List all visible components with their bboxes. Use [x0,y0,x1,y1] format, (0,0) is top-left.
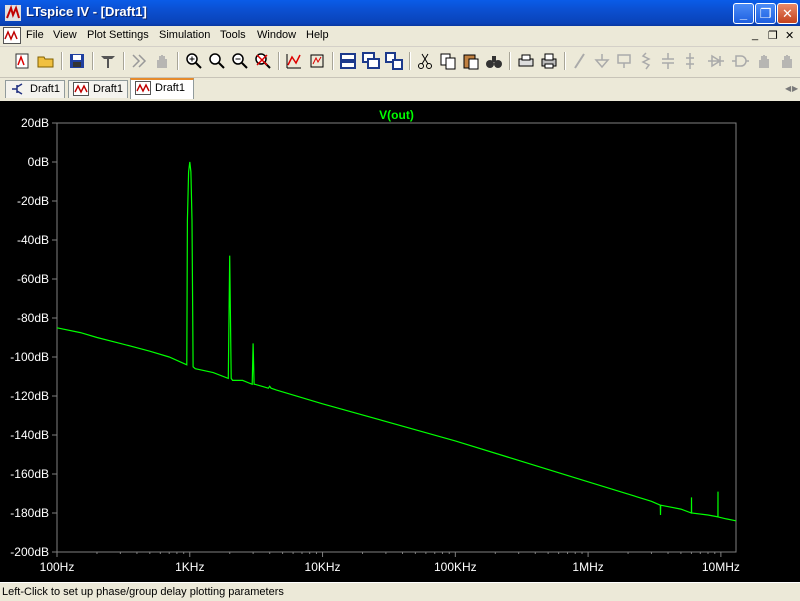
menu-file[interactable]: File [26,29,44,41]
save-icon[interactable] [67,51,87,71]
x-tick-label: 10MHz [702,560,740,574]
tab-draft1-waveform[interactable]: Draft1 [68,80,128,98]
menu-view[interactable]: View [53,29,77,41]
series-line-vout [56,161,737,522]
tab-label: Draft1 [30,83,60,95]
menu-bar: File View Plot Settings Simulation Tools… [0,26,800,47]
zoom-in-icon[interactable] [184,51,204,71]
cascade-icon[interactable] [361,51,381,71]
tile-vertical-icon[interactable] [384,51,404,71]
y-tick-label: -200dB [10,545,49,559]
waveform-window-icon[interactable] [3,27,21,44]
zoom-box-icon[interactable] [207,51,227,71]
trace-label: V(out) [379,108,414,122]
status-bar: Left-Click to set up phase/group delay p… [0,582,800,601]
mdi-minimize-button[interactable]: _ [752,29,758,41]
y-tick-label: -80dB [17,311,49,325]
component-icon[interactable] [730,51,750,71]
toolbar [0,47,800,78]
cut-icon[interactable] [415,51,435,71]
plot-canvas[interactable]: V(out) 20dB 0dB -20dB -40dB -60dB -80dB -100dB -… [0,101,800,582]
tab-draft1-schematic[interactable]: Draft1 [5,80,65,98]
pan-hand-icon[interactable] [152,51,172,71]
status-text: Left-Click to set up phase/group delay p… [2,586,284,598]
waveform-icon [73,82,89,96]
y-tick-label: -60dB [17,272,49,286]
mdi-restore-button[interactable]: ❐ [768,29,778,42]
x-tick-label: 100KHz [434,560,477,574]
tab-draft1-waveform-active[interactable]: Draft1 [130,78,194,99]
zoom-out-icon[interactable] [230,51,250,71]
waveform-plot[interactable]: V(out) 20dB 0dB -20dB -40dB -60dB -80dB -100dB -… [0,101,800,582]
fit-icon[interactable] [307,51,327,71]
minimize-button[interactable]: _ [733,3,754,24]
menu-help[interactable]: Help [306,29,329,41]
zoom-cancel-icon[interactable] [253,51,273,71]
menu-simulation[interactable]: Simulation [159,29,210,41]
run-icon[interactable] [129,51,149,71]
inductor-icon[interactable] [680,51,700,71]
wire-icon[interactable] [570,51,590,71]
tab-scroll-right-icon[interactable]: ▶ [792,84,800,93]
move-icon[interactable] [754,51,774,71]
mdi-close-button[interactable]: ✕ [785,29,794,42]
y-tick-label: -140dB [10,428,49,442]
capacitor-icon[interactable] [658,51,678,71]
schematic-icon [12,83,23,95]
diode-icon[interactable] [706,51,726,71]
find-icon[interactable] [484,51,504,71]
y-tick-label: 0dB [28,155,49,169]
ground-icon[interactable] [592,51,612,71]
plot-frame [56,122,737,553]
x-tick-label: 1KHz [175,560,204,574]
ltspice-logo-icon [5,5,21,21]
print-icon[interactable] [539,51,559,71]
resistor-icon[interactable] [636,51,656,71]
maximize-button[interactable]: ❐ [755,3,776,24]
control-panel-icon[interactable] [98,51,118,71]
x-tick-label: 100Hz [40,560,75,574]
window-title: LTspice IV - [Draft1] [26,4,147,19]
y-tick-label: -160dB [10,467,49,481]
y-tick-label: -180dB [10,506,49,520]
waveform-icon [135,81,151,95]
open-icon[interactable] [36,51,56,71]
tab-label: Draft1 [155,82,185,94]
y-tick-label: 20dB [21,116,49,130]
x-tick-label: 10KHz [305,560,341,574]
close-button[interactable]: ✕ [777,3,798,24]
document-tabs: Draft1 Draft1 Draft1 [0,78,800,100]
autorange-icon[interactable] [284,51,304,71]
new-schematic-icon[interactable] [12,51,32,71]
drag-icon[interactable] [777,51,797,71]
print-preview-icon[interactable] [516,51,536,71]
y-tick-label: -100dB [10,350,49,364]
label-icon[interactable] [614,51,634,71]
copy-icon[interactable] [438,51,458,71]
menu-window[interactable]: Window [257,29,296,41]
tile-horizontal-icon[interactable] [338,51,358,71]
title-bar: LTspice IV - [Draft1] _ ❐ ✕ [0,0,800,26]
y-tick-label: -120dB [10,389,49,403]
y-tick-label: -20dB [17,194,49,208]
tab-label: Draft1 [93,83,123,95]
paste-icon[interactable] [461,51,481,71]
menu-tools[interactable]: Tools [220,29,246,41]
y-tick-label: -40dB [17,233,49,247]
x-tick-label: 1MHz [572,560,603,574]
menu-plot-settings[interactable]: Plot Settings [87,29,149,41]
